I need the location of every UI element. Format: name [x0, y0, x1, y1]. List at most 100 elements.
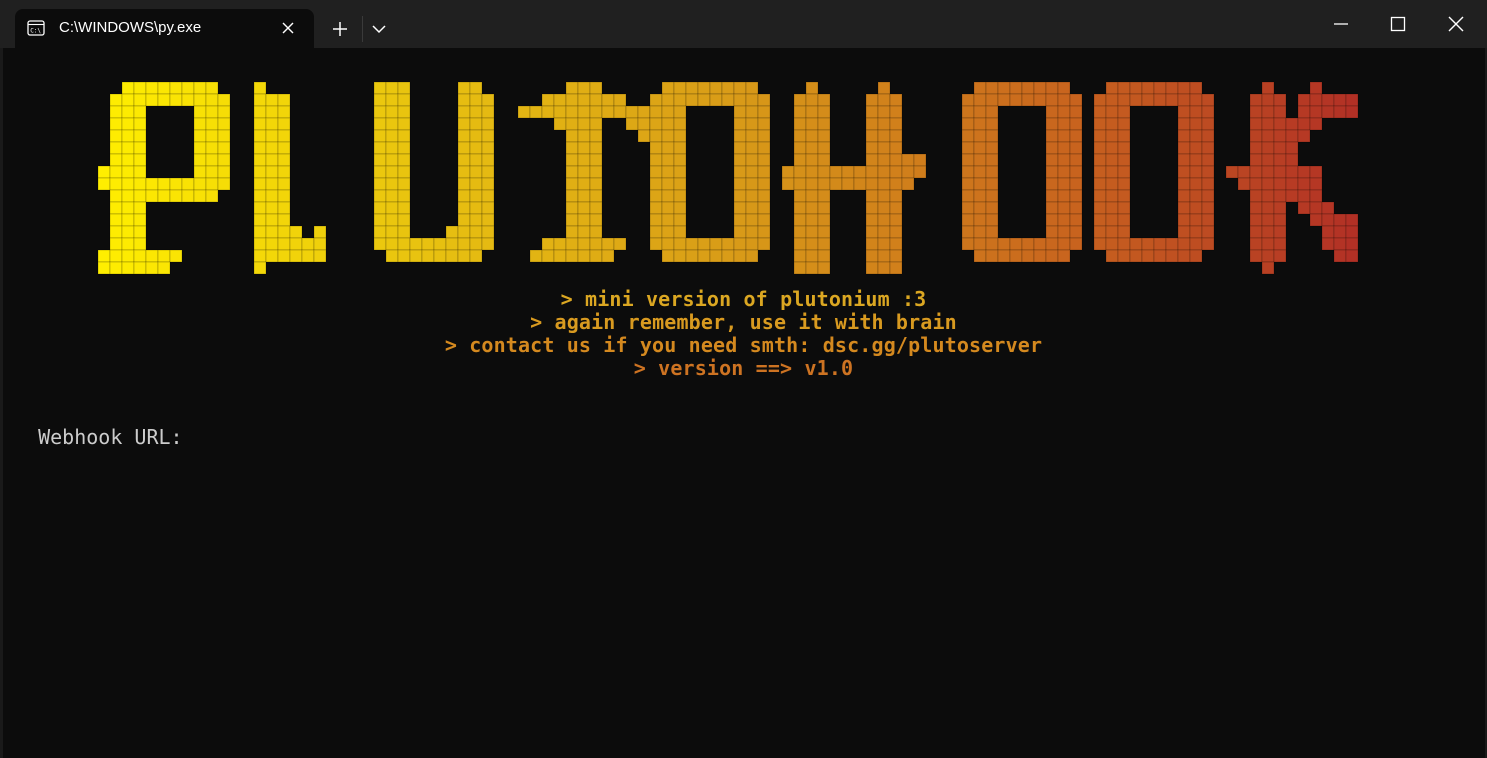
banner-pixel — [661, 141, 675, 155]
banner-pixel — [877, 261, 891, 275]
minimize-icon[interactable] — [1330, 13, 1352, 35]
banner-pixel — [673, 129, 687, 143]
webhook-url-prompt[interactable]: Webhook URL: — [14, 403, 183, 449]
banner-pixel — [1273, 189, 1287, 203]
banner-letter-o — [961, 81, 1083, 263]
banner-pixel — [481, 105, 495, 119]
banner-pixel — [1105, 105, 1119, 119]
banner-pixel — [265, 129, 279, 143]
banner-pixel — [553, 105, 567, 119]
banner-pixel — [757, 177, 771, 191]
banner-pixel — [817, 105, 831, 119]
banner-pixel — [481, 153, 495, 167]
banner-pixel — [481, 201, 495, 215]
banner-pixel — [865, 249, 879, 263]
banner-pixel — [133, 237, 147, 251]
banner-pixel — [265, 201, 279, 215]
banner-pixel — [1237, 177, 1251, 191]
banner-pixel — [385, 249, 399, 263]
banner-pixel — [661, 249, 675, 263]
banner-pixel — [1057, 117, 1071, 131]
banner-pixel — [121, 237, 135, 251]
banner-pixel — [1165, 249, 1179, 263]
banner-pixel — [601, 93, 615, 107]
banner-pixel — [733, 237, 747, 251]
banner-pixel — [1321, 213, 1335, 227]
chevron-down-icon[interactable] — [369, 19, 389, 39]
banner-pixel — [1057, 213, 1071, 227]
banner-pixel — [1333, 93, 1347, 107]
banner-pixel — [253, 225, 267, 239]
banner-pixel — [1177, 213, 1191, 227]
banner-pixel — [661, 213, 675, 227]
banner-pixel — [889, 165, 903, 179]
banner-pixel — [1117, 153, 1131, 167]
banner-pixel — [1105, 153, 1119, 167]
plus-icon[interactable] — [330, 19, 350, 39]
banner-pixel — [721, 237, 735, 251]
banner-letter-u — [373, 81, 495, 263]
banner-pixel — [1105, 225, 1119, 239]
svg-text:C:\: C:\ — [30, 28, 41, 35]
banner-pixel — [1177, 117, 1191, 131]
maximize-icon[interactable] — [1387, 13, 1409, 35]
banner-pixel — [1297, 189, 1311, 203]
banner-pixel — [889, 177, 903, 191]
banner-pixel — [1165, 81, 1179, 95]
banner-pixel — [1105, 249, 1119, 263]
banner-pixel — [1177, 249, 1191, 263]
banner-pixel — [1045, 237, 1059, 251]
banner-pixel — [721, 93, 735, 107]
banner-pixel — [961, 129, 975, 143]
banner-pixel — [721, 249, 735, 263]
banner-pixel — [793, 129, 807, 143]
close-tab-icon[interactable] — [279, 19, 297, 37]
banner-letter-l — [253, 81, 327, 275]
banner-pixel — [481, 225, 495, 239]
banner-pixel — [1105, 237, 1119, 251]
banner-pixel — [1333, 249, 1347, 263]
banner-pixel — [649, 201, 663, 215]
banner-pixel — [313, 237, 327, 251]
tab-py-exe[interactable]: C:\ C:\WINDOWS\py.exe — [15, 9, 314, 48]
banner-pixel — [217, 105, 231, 119]
banner-pixel — [1273, 141, 1287, 155]
banner-pixel — [577, 225, 591, 239]
banner-pixel — [1021, 93, 1035, 107]
banner-pixel — [661, 165, 675, 179]
banner-pixel — [865, 93, 879, 107]
banner-pixel — [121, 81, 135, 95]
title-bar: C:\ C:\WINDOWS\py.exe — [0, 0, 1487, 48]
close-icon[interactable] — [1445, 13, 1467, 35]
banner-pixel — [781, 177, 795, 191]
banner-pixel — [865, 261, 879, 275]
banner-pixel — [553, 249, 567, 263]
banner-pixel — [469, 213, 483, 227]
banner-pixel — [373, 153, 387, 167]
banner-pixel — [265, 117, 279, 131]
banner-pixel — [373, 81, 387, 95]
banner-pixel — [565, 213, 579, 227]
banner-pixel — [637, 129, 651, 143]
banner-pixel — [1201, 237, 1215, 251]
banner-pixel — [1093, 93, 1107, 107]
banner-pixel — [529, 105, 543, 119]
banner-pixel — [733, 225, 747, 239]
banner-pixel — [397, 249, 411, 263]
banner-pixel — [601, 237, 615, 251]
banner-pixel — [565, 177, 579, 191]
banner-pixel — [661, 189, 675, 203]
banner-pixel — [373, 105, 387, 119]
banner-pixel — [889, 153, 903, 167]
banner-pixel — [1117, 237, 1131, 251]
banner-pixel — [385, 213, 399, 227]
banner-pixel — [469, 237, 483, 251]
banner-pixel — [1177, 81, 1191, 95]
banner-pixel — [1309, 105, 1323, 119]
banner-pixel — [397, 201, 411, 215]
banner-pixel — [961, 177, 975, 191]
banner-pixel — [841, 165, 855, 179]
banner-pixel — [481, 177, 495, 191]
banner-pixel — [1141, 249, 1155, 263]
banner-pixel — [1333, 237, 1347, 251]
